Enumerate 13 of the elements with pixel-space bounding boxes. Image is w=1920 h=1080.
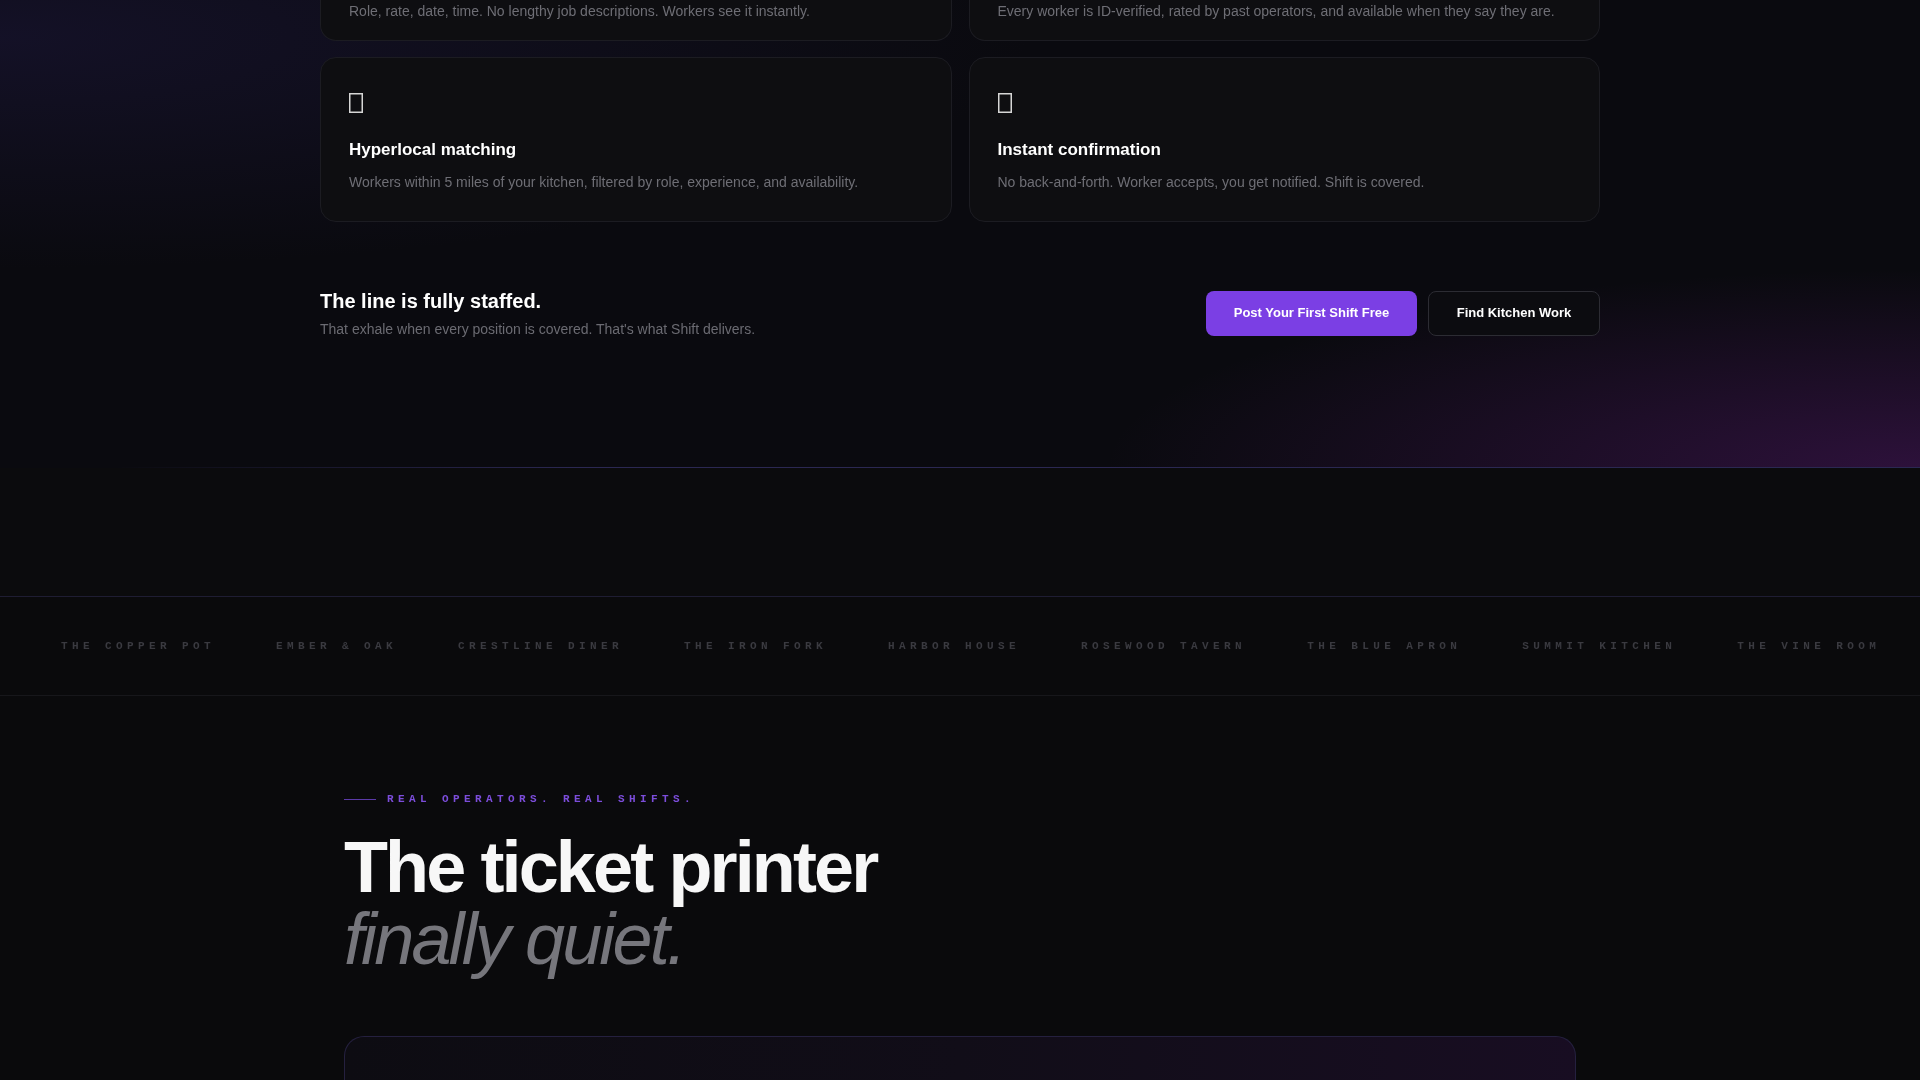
post-shift-button[interactable]: Post Your First Shift Free (1206, 290, 1417, 336)
feature-description: Role, rate, date, time. No lengthy job descriptions. Workers see it instantly. (349, 2, 811, 20)
feature-description: Workers within 5 miles of your kitchen, filtered by role, experience, and availability. (349, 173, 860, 192)
rectangle-icon (349, 93, 363, 113)
find-work-button[interactable]: Find Kitchen Work (1428, 290, 1600, 336)
feature-title: Instant confirmation (997, 139, 1162, 161)
feature-description: Every worker is ID-verified, rated by past operators, and available when they say they are. (997, 2, 1556, 20)
feature-description: No back-and-forth. Worker accepts, you get notified. Shift is covered. (997, 173, 1426, 192)
cta-title: The line is fully staffed. (320, 289, 543, 314)
rectangle-icon (997, 93, 1012, 113)
feature-title: Hyperlocal matching (349, 139, 518, 161)
cta-subtitle: That exhale when every position is covered. That's what Shift delivers. (320, 320, 756, 339)
section-eyebrow: REAL OPERATORS. REAL SHIFTS. (387, 792, 696, 807)
